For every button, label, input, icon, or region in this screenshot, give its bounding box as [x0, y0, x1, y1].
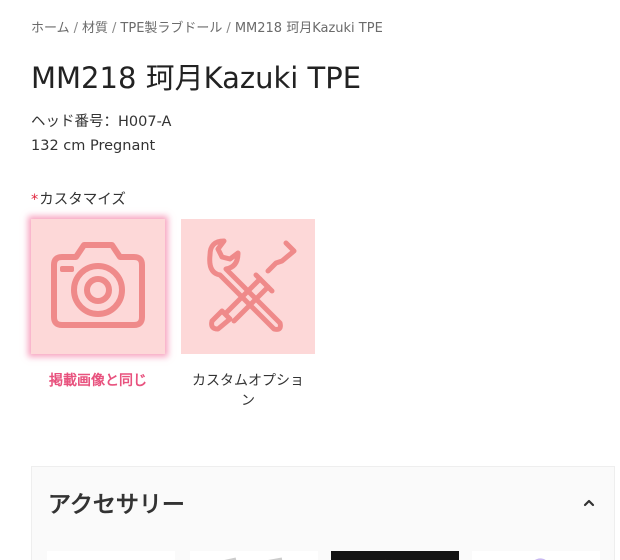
accessory-thumbnail[interactable] [472, 551, 600, 560]
breadcrumb: ホーム / 材質 / TPE製ラブドール / MM218 珂月Kazuki TPE [31, 17, 383, 36]
breadcrumb-material[interactable]: 材質 [82, 21, 108, 36]
breadcrumb-category[interactable]: TPE製ラブドール [120, 21, 222, 36]
accessory-thumbnail[interactable] [190, 551, 318, 560]
breadcrumb-separator: / [112, 21, 117, 36]
breadcrumb-current: MM218 珂月Kazuki TPE [234, 21, 383, 36]
wrench-screwdriver-icon [196, 233, 300, 341]
breadcrumb-separator: / [73, 21, 79, 36]
chevron-up-icon[interactable] [582, 495, 596, 509]
customize-label: *カスタマイズ [31, 188, 126, 209]
product-size: 132 cm Pregnant [31, 138, 156, 154]
accessory-panel: アクセサリー [31, 466, 615, 560]
breadcrumb-separator: / [226, 21, 231, 36]
customize-label-text: カスタマイズ [39, 192, 126, 208]
breadcrumb-home[interactable]: ホーム [31, 21, 70, 36]
accessory-thumbnail[interactable] [331, 551, 459, 560]
product-title: MM218 珂月Kazuki TPE [31, 61, 362, 95]
option-custom[interactable] [181, 219, 315, 354]
accessory-thumbnail[interactable] [47, 551, 175, 560]
option-caption-same-as-photo[interactable]: 掲載画像と同じ [31, 371, 165, 391]
required-mark: * [31, 192, 39, 208]
option-caption-custom[interactable]: カスタムオプション [181, 371, 315, 411]
head-number: ヘッド番号：H007-A [31, 114, 172, 130]
option-same-as-photo[interactable] [31, 219, 165, 354]
accessory-title[interactable]: アクセサリー [48, 485, 185, 519]
camera-icon [46, 239, 150, 335]
